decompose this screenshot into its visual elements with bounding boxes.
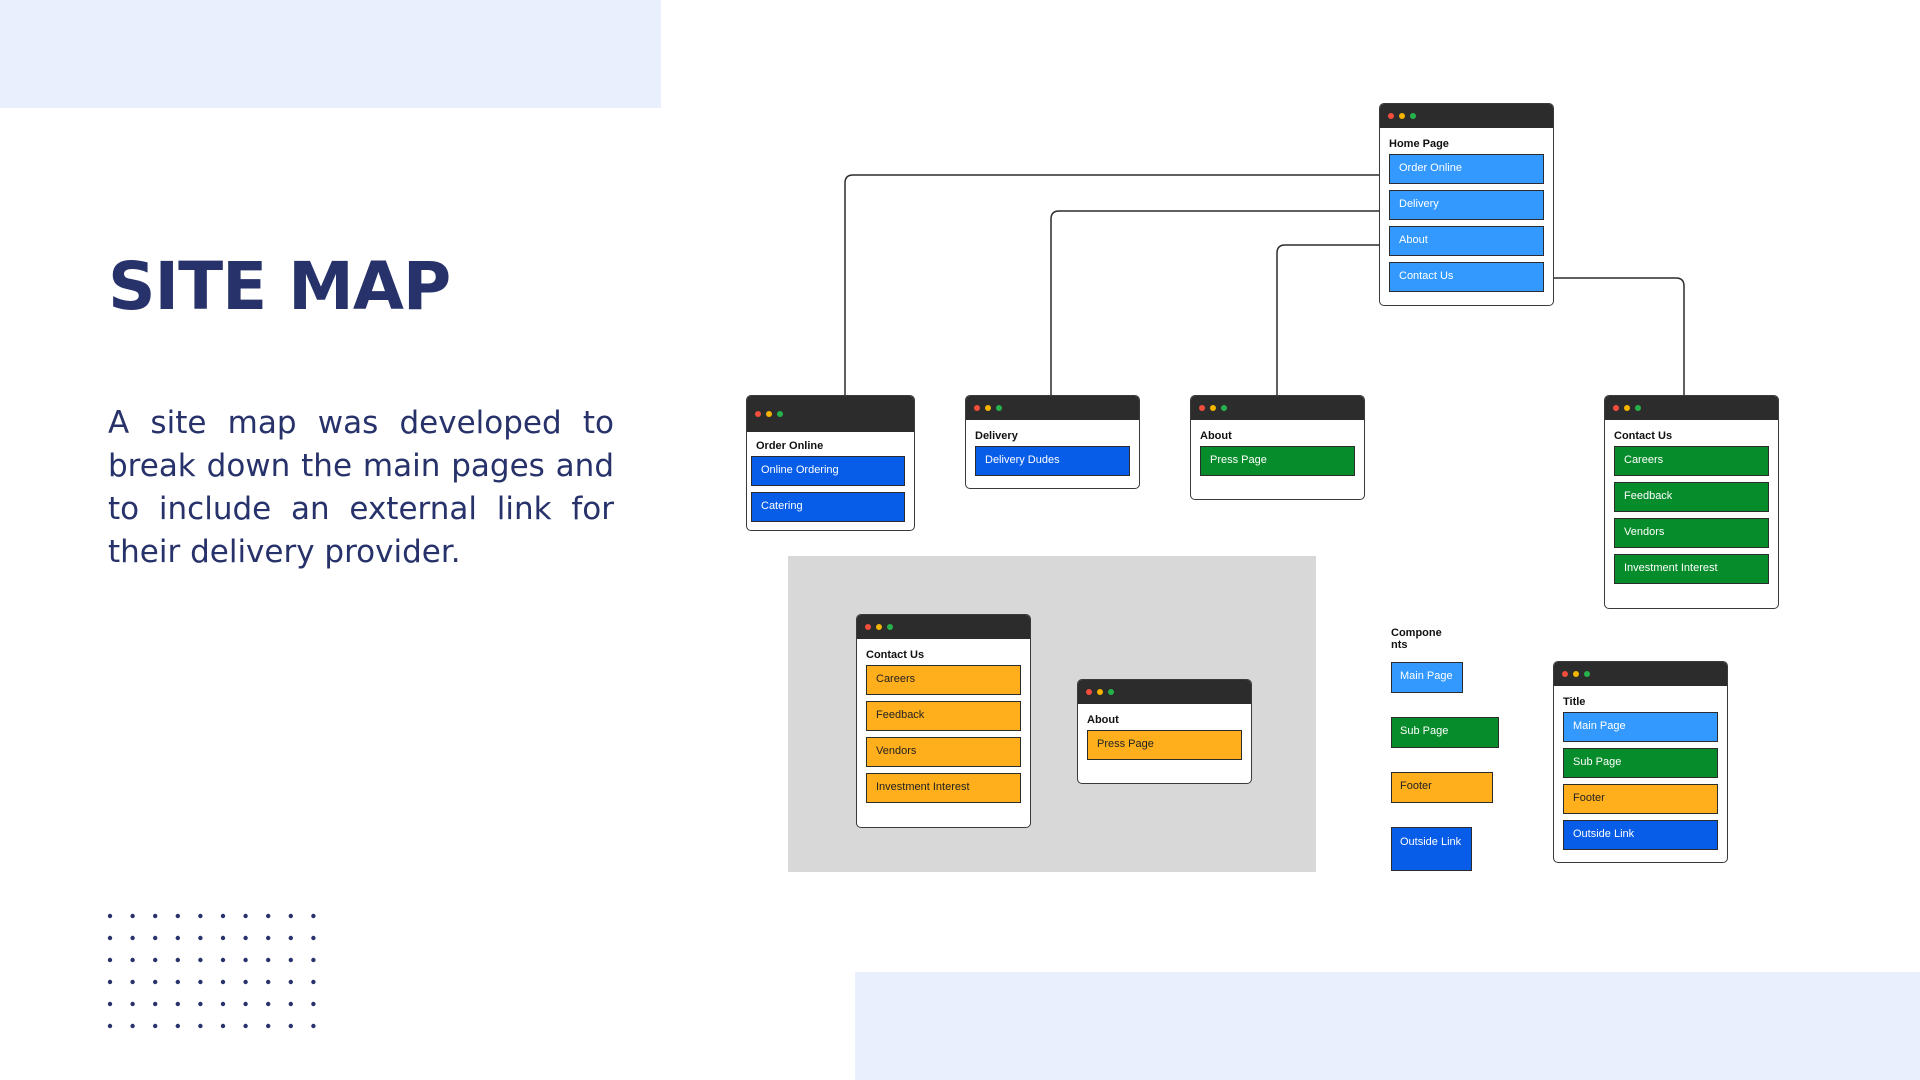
window-titlebar bbox=[1554, 662, 1727, 686]
component-outside-link[interactable]: Outside Link bbox=[1391, 827, 1472, 871]
contact-us-window: Contact Us Careers Feedback Vendors Inve… bbox=[1604, 395, 1779, 609]
node-investment-interest-footer[interactable]: Investment Interest bbox=[866, 773, 1021, 803]
window-titlebar bbox=[1380, 104, 1553, 128]
connector-delivery bbox=[1050, 210, 1380, 396]
home-page-window: Home Page Order Online Delivery About Co… bbox=[1379, 103, 1554, 306]
node-delivery[interactable]: Delivery bbox=[1389, 190, 1544, 220]
component-main-page[interactable]: Main Page bbox=[1391, 662, 1463, 693]
node-press-page-footer[interactable]: Press Page bbox=[1087, 730, 1242, 760]
legend-sub-page[interactable]: Sub Page bbox=[1563, 748, 1718, 778]
node-vendors-footer[interactable]: Vendors bbox=[866, 737, 1021, 767]
window-title: Order Online bbox=[756, 440, 824, 452]
legend-outside-link[interactable]: Outside Link bbox=[1563, 820, 1718, 850]
component-sub-page[interactable]: Sub Page bbox=[1391, 717, 1499, 748]
window-title: About bbox=[1200, 430, 1232, 442]
node-press-page[interactable]: Press Page bbox=[1200, 446, 1355, 476]
window-titlebar bbox=[857, 615, 1030, 639]
connector-contact bbox=[1551, 277, 1685, 396]
node-investment-interest[interactable]: Investment Interest bbox=[1614, 554, 1769, 584]
delivery-window: Delivery Delivery Dudes bbox=[965, 395, 1140, 489]
node-about[interactable]: About bbox=[1389, 226, 1544, 256]
node-careers-footer[interactable]: Careers bbox=[866, 665, 1021, 695]
window-title: Delivery bbox=[975, 430, 1018, 442]
window-title: About bbox=[1087, 714, 1119, 726]
window-title: Contact Us bbox=[1614, 430, 1673, 442]
node-order-online[interactable]: Order Online bbox=[1389, 154, 1544, 184]
window-titlebar bbox=[747, 396, 914, 432]
node-online-ordering[interactable]: Online Ordering bbox=[751, 456, 905, 486]
window-titlebar bbox=[1078, 680, 1251, 704]
about-window: About Press Page bbox=[1190, 395, 1365, 500]
node-delivery-dudes[interactable]: Delivery Dudes bbox=[975, 446, 1130, 476]
node-catering[interactable]: Catering bbox=[751, 492, 905, 522]
window-titlebar bbox=[966, 396, 1139, 420]
node-feedback-footer[interactable]: Feedback bbox=[866, 701, 1021, 731]
node-contact-us[interactable]: Contact Us bbox=[1389, 262, 1544, 292]
connector-order-online bbox=[844, 174, 1380, 396]
window-title: Home Page bbox=[1389, 138, 1449, 150]
order-online-window: Order Online Online Ordering Catering bbox=[746, 395, 915, 531]
window-title: Title bbox=[1563, 696, 1586, 708]
window-titlebar bbox=[1605, 396, 1778, 420]
node-vendors[interactable]: Vendors bbox=[1614, 518, 1769, 548]
connector-about bbox=[1276, 244, 1380, 396]
component-footer[interactable]: Footer bbox=[1391, 772, 1493, 803]
window-titlebar bbox=[1191, 396, 1364, 420]
legend-window: Title Main Page Sub Page Footer Outside … bbox=[1553, 661, 1728, 863]
alt-about-window: About Press Page bbox=[1077, 679, 1252, 784]
alt-contact-us-window: Contact Us Careers Feedback Vendors Inve… bbox=[856, 614, 1031, 828]
node-feedback[interactable]: Feedback bbox=[1614, 482, 1769, 512]
window-title: Contact Us bbox=[866, 649, 925, 661]
legend-footer[interactable]: Footer bbox=[1563, 784, 1718, 814]
legend-main-page[interactable]: Main Page bbox=[1563, 712, 1718, 742]
node-careers[interactable]: Careers bbox=[1614, 446, 1769, 476]
components-label: Compone nts bbox=[1391, 627, 1442, 651]
